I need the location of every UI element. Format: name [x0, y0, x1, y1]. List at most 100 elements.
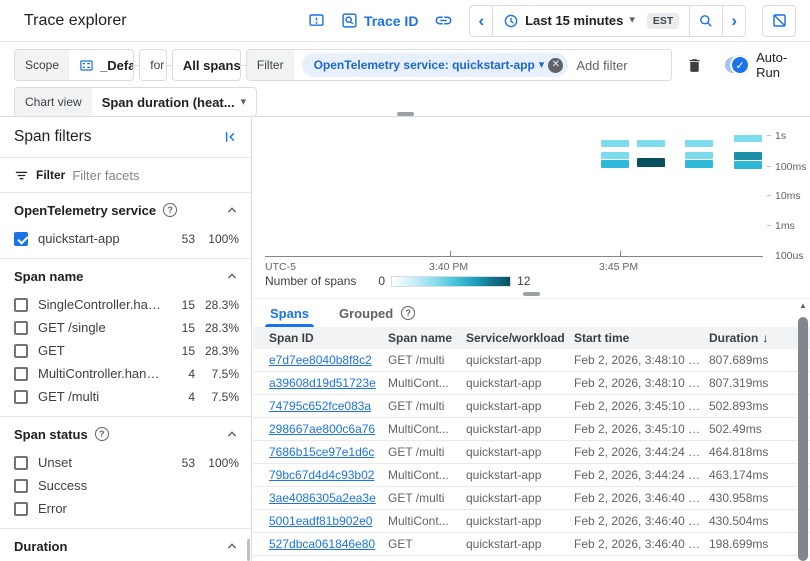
facet-section-header[interactable]: Span name ? [14, 259, 239, 293]
feedback-button[interactable] [308, 12, 325, 29]
facet-item-percent: 7.5% [195, 390, 239, 404]
facet-item[interactable]: Success [14, 474, 239, 497]
chip-close-icon[interactable]: ✕ [548, 58, 563, 73]
help-icon[interactable]: ? [401, 306, 415, 320]
scrollbar-thumb[interactable] [798, 317, 808, 561]
facet-section-header[interactable]: OpenTelemetry service ? [14, 193, 239, 227]
table-row[interactable]: 527dbca061846e80 GET quickstart-app Feb … [253, 533, 810, 556]
facet-item[interactable]: GET /multi 4 7.5% [14, 385, 239, 408]
facet-checkbox[interactable] [14, 367, 28, 381]
clear-filters-button[interactable] [686, 57, 703, 74]
alerts-off-button[interactable] [762, 5, 796, 37]
facet-checkbox[interactable] [14, 456, 28, 470]
scroll-up-arrow[interactable]: ▲ [797, 301, 809, 313]
table-row[interactable]: 74795c652fce083a GET /multi quickstart-a… [253, 395, 810, 418]
heatmap-cell[interactable] [637, 140, 665, 147]
copy-link-button[interactable] [434, 11, 453, 30]
scope-dropdown[interactable]: _Default ▾ [69, 50, 134, 80]
help-icon[interactable]: ? [163, 203, 177, 217]
facet-item-count: 4 [169, 390, 195, 404]
facet-item[interactable]: Error [14, 497, 239, 520]
x-tick-label: 3:45 PM [599, 261, 638, 273]
facet-checkbox[interactable] [14, 390, 28, 404]
time-back-button[interactable]: ‹ [470, 6, 492, 36]
column-header-span-name[interactable]: Span name [388, 331, 466, 345]
heatmap-cell[interactable] [685, 152, 713, 159]
span-name-cell: GET /multi [388, 445, 466, 459]
time-forward-button[interactable]: › [722, 6, 745, 36]
facet-item[interactable]: GET /single 15 28.3% [14, 316, 239, 339]
span-id-link[interactable]: 74795c652fce083a [269, 399, 371, 413]
heatmap-cell[interactable] [601, 140, 629, 147]
service-cell: quickstart-app [466, 353, 574, 367]
span-id-link[interactable]: 527dbca061846e80 [269, 537, 375, 551]
heatmap-cell[interactable] [685, 160, 713, 168]
facet-item[interactable]: SingleController.handleSing... 15 28.3% [14, 293, 239, 316]
start-time-cell: Feb 2, 2026, 3:45:10 PM [574, 422, 709, 436]
span-id-link[interactable]: 7686b15ce97e1d6c [269, 445, 374, 459]
column-header-service[interactable]: Service/workload [466, 331, 574, 345]
start-time-cell: Feb 2, 2026, 3:44:24 PM [574, 445, 709, 459]
facet-item-label: Error [38, 501, 163, 516]
span-id-link[interactable]: a39608d19d51723e [269, 376, 376, 390]
chart-view-dropdown[interactable]: Span duration (heat... ▾ [92, 88, 256, 116]
y-tick-label: 100ms [775, 161, 807, 173]
facet-checkbox[interactable] [14, 479, 28, 493]
heatmap-cell[interactable] [685, 140, 713, 147]
table-row[interactable]: 5001eadf81b902e0 MultiCont... quickstart… [253, 510, 810, 533]
table-row[interactable]: 79bc67d4d4c93b02 MultiCont... quickstart… [253, 464, 810, 487]
span-id-link[interactable]: 5001eadf81b902e0 [269, 514, 372, 528]
column-header-start-time[interactable]: Start time [574, 331, 709, 345]
add-filter-input[interactable] [576, 50, 671, 80]
panel-resize-handle[interactable] [397, 112, 414, 116]
heatmap-cell[interactable] [601, 160, 629, 168]
time-range-dropdown[interactable]: Last 15 minutes ▾ EST [492, 6, 689, 36]
facet-checkbox[interactable] [14, 502, 28, 516]
heatmap-cell[interactable] [637, 158, 665, 167]
heatmap-cell[interactable] [734, 135, 762, 142]
facet-item[interactable]: MultiController.handleMulti 4 7.5% [14, 362, 239, 385]
trace-id-search-button[interactable]: Trace ID [341, 12, 418, 29]
auto-run-toggle[interactable]: ✓ Auto-Run [725, 50, 796, 80]
span-id-link[interactable]: 3ae4086305a2ea3e [269, 491, 376, 505]
facet-item[interactable]: GET 15 28.3% [14, 339, 239, 362]
facet-filter-input[interactable] [72, 168, 239, 183]
facet-checkbox[interactable] [14, 298, 28, 312]
heatmap-cell[interactable] [601, 152, 629, 159]
facet-checkbox[interactable] [14, 232, 28, 246]
filter-chip-area: OpenTelemetry service: quickstart-app ▾ … [294, 50, 577, 80]
split-resize-handle[interactable] [523, 292, 540, 296]
table-row[interactable]: 3ae4086305a2ea3e GET /multi quickstart-a… [253, 487, 810, 510]
column-header-duration[interactable]: Duration ↓ [709, 331, 796, 345]
heatmap-cell[interactable] [734, 161, 762, 169]
span-id-link[interactable]: 79bc67d4d4c93b02 [269, 468, 374, 482]
facet-item[interactable]: Unset 53 100% [14, 451, 239, 474]
span-scope-dropdown[interactable]: All spans ▾ [173, 50, 241, 80]
table-row[interactable]: 7686b15ce97e1d6c GET /multi quickstart-a… [253, 441, 810, 464]
facet-item[interactable]: quickstart-app 53 100% [14, 227, 239, 250]
facet-item-label: Success [38, 478, 163, 493]
facet-checkbox[interactable] [14, 344, 28, 358]
time-zoom-button[interactable] [689, 6, 722, 36]
table-row[interactable]: a39608d19d51723e MultiCont... quickstart… [253, 372, 810, 395]
facet-checkbox[interactable] [14, 321, 28, 335]
tab-spans[interactable]: Spans [255, 299, 324, 327]
facet-section-header[interactable]: Span status ? [14, 417, 239, 451]
column-header-span-id[interactable]: Span ID [269, 331, 388, 345]
page-title: Trace explorer [24, 12, 127, 30]
help-icon[interactable]: ? [95, 427, 109, 441]
sidebar-scrollbar-thumb[interactable] [247, 539, 250, 561]
filter-chip[interactable]: OpenTelemetry service: quickstart-app ▾ … [302, 53, 569, 77]
table-row[interactable]: e7d7ee8040b8f8c2 GET /multi quickstart-a… [253, 349, 810, 372]
facet-section-header[interactable]: Duration ? [14, 529, 239, 561]
collapse-sidebar-button[interactable] [223, 129, 239, 145]
service-cell: quickstart-app [466, 422, 574, 436]
facet-section: Span name ? SingleController.handleSing.… [0, 259, 251, 417]
heatmap-legend: Number of spans 0 12 [265, 274, 530, 288]
span-id-link[interactable]: 298667ae800c6a76 [269, 422, 375, 436]
tab-grouped[interactable]: Grouped ? [324, 299, 430, 327]
clock-icon [503, 13, 519, 29]
heatmap-cell[interactable] [734, 152, 762, 160]
span-id-link[interactable]: e7d7ee8040b8f8c2 [269, 353, 372, 367]
table-row[interactable]: 298667ae800c6a76 MultiCont... quickstart… [253, 418, 810, 441]
